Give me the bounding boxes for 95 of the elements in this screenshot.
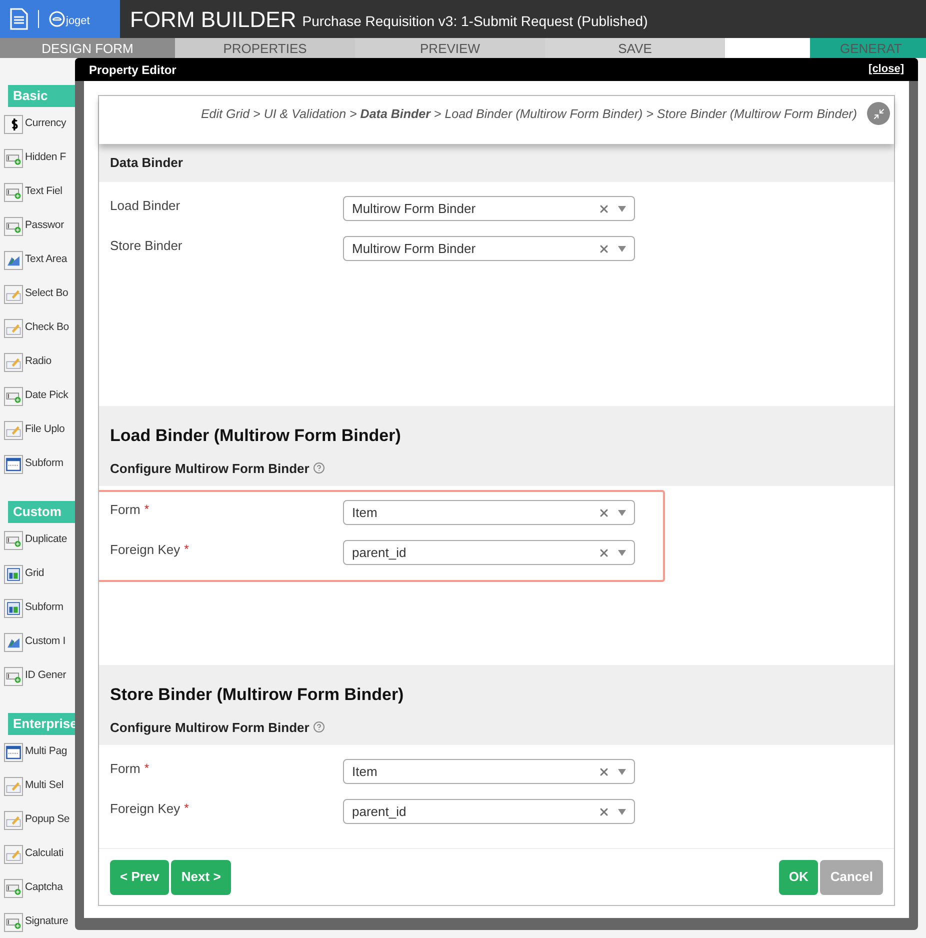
section-subtitle: Configure Multirow Form Binder	[110, 460, 310, 478]
palette-item[interactable]: Subform	[4, 591, 75, 625]
caret-icon[interactable]	[618, 246, 626, 252]
required-mark: *	[184, 541, 189, 558]
caret-icon[interactable]	[618, 206, 626, 212]
field-label: Load Binder	[110, 197, 180, 215]
chart-icon	[4, 632, 23, 652]
select-field[interactable]: parent_id	[343, 540, 635, 565]
field-label: Form	[110, 501, 140, 519]
logo-text: joget	[66, 16, 90, 27]
input-icon	[4, 878, 23, 898]
app-title: FORM BUILDER	[130, 6, 296, 34]
palette-item[interactable]: Date Pick	[4, 379, 75, 413]
palette-item[interactable]: Custom I	[4, 625, 75, 659]
palette-item[interactable]: Select Bo	[4, 277, 75, 311]
pencil-icon	[4, 844, 23, 864]
clear-icon[interactable]	[598, 546, 610, 558]
window-icon	[4, 742, 23, 762]
select-field[interactable]: Multirow Form Binder	[343, 196, 635, 221]
palette-item[interactable]: Popup Se	[4, 803, 75, 837]
palette-item[interactable]: Subform	[4, 447, 75, 481]
caret-icon[interactable]	[618, 550, 626, 556]
help-icon[interactable]	[313, 721, 326, 734]
caret-icon[interactable]	[618, 768, 626, 774]
palette-item[interactable]: File Uplo	[4, 413, 75, 447]
palette-item[interactable]: Check Bo	[4, 311, 75, 345]
pencil-icon	[4, 776, 23, 796]
dollar-icon	[4, 114, 23, 134]
pencil-icon	[4, 352, 23, 372]
palette-item[interactable]: Signature	[4, 905, 75, 938]
clear-icon[interactable]	[598, 202, 610, 214]
clear-icon[interactable]	[598, 242, 610, 254]
palette-item[interactable]: Radio	[4, 345, 75, 379]
palette-item[interactable]: Currency	[4, 107, 75, 141]
field-label: Foreign Key	[110, 800, 180, 818]
palette-item[interactable]: ID Gener	[4, 659, 75, 693]
pencil-icon	[4, 810, 23, 830]
grid-icon	[4, 598, 23, 618]
palette-item[interactable]: Text Area	[4, 243, 75, 277]
breadcrumb: Edit Grid > UI & Validation > Data Binder > Load Binder (Multirow Form Binder) > Store Binder (Multirow Form Binder)	[200, 106, 857, 123]
close-link[interactable]: [close]	[868, 61, 904, 78]
caret-icon[interactable]	[618, 510, 626, 516]
palette-item[interactable]: Multi Pag	[4, 735, 75, 769]
select-field[interactable]: Multirow Form Binder	[343, 236, 635, 261]
section-title: Data Binder	[110, 154, 183, 172]
palette-item[interactable]: Grid	[4, 557, 75, 591]
palette-header: Basic	[8, 85, 75, 107]
field-label: Store Binder	[110, 237, 182, 255]
input-icon	[4, 148, 23, 168]
field-label: Foreign Key	[110, 541, 180, 559]
required-mark: *	[144, 760, 150, 777]
palette-header: Enterprise	[8, 713, 75, 735]
palette-item[interactable]: Passwor	[4, 209, 75, 243]
palette-item[interactable]: Text Fiel	[4, 175, 75, 209]
select-field[interactable]: Item	[343, 759, 635, 784]
input-icon	[4, 912, 23, 932]
required-mark: *	[184, 800, 189, 817]
window-icon	[4, 454, 23, 474]
clear-icon[interactable]	[598, 506, 610, 518]
clear-icon[interactable]	[598, 766, 610, 778]
pencil-icon	[4, 420, 23, 440]
step-tab[interactable]: PROPERTIES	[175, 38, 355, 58]
palette-item[interactable]: Hidden F	[4, 141, 75, 175]
palette-item[interactable]: Captcha	[4, 871, 75, 905]
section-title: Load Binder (Multirow Form Binder)	[110, 425, 402, 447]
caret-icon[interactable]	[618, 808, 626, 814]
step-tab[interactable]: PREVIEW	[355, 38, 545, 58]
section-title: Store Binder (Multirow Form Binder)	[110, 684, 405, 706]
pencil-icon	[4, 318, 23, 338]
palette-item[interactable]: Duplicate	[4, 523, 75, 557]
collapse-icon[interactable]	[872, 108, 884, 120]
collapse-button[interactable]	[867, 102, 890, 125]
grid-icon	[4, 564, 23, 584]
pencil-icon	[4, 284, 23, 304]
input-icon	[4, 530, 23, 550]
input-icon	[4, 386, 23, 406]
clear-icon[interactable]	[598, 806, 610, 818]
chart-icon	[4, 250, 23, 270]
input-icon	[4, 666, 23, 686]
step-tab[interactable]: SAVE	[545, 38, 725, 58]
field-label: Form	[110, 760, 140, 778]
form-subtitle: Purchase Requisition v3: 1-Submit Request (Published)	[302, 12, 648, 31]
required-mark: *	[144, 501, 150, 518]
input-icon	[4, 216, 23, 236]
select-field[interactable]: Item	[343, 500, 635, 525]
section-subtitle: Configure Multirow Form Binder	[110, 718, 310, 737]
input-icon	[4, 182, 23, 202]
select-field[interactable]: parent_id	[343, 799, 635, 824]
palette-item[interactable]: Multi Sel	[4, 769, 75, 803]
help-icon[interactable]	[313, 462, 326, 474]
palette-header: Custom	[8, 501, 75, 523]
logo-icon	[49, 11, 65, 27]
palette-item[interactable]: Calculati	[4, 837, 75, 871]
document-icon	[10, 8, 28, 30]
dialog-title: Property Editor	[89, 62, 176, 78]
